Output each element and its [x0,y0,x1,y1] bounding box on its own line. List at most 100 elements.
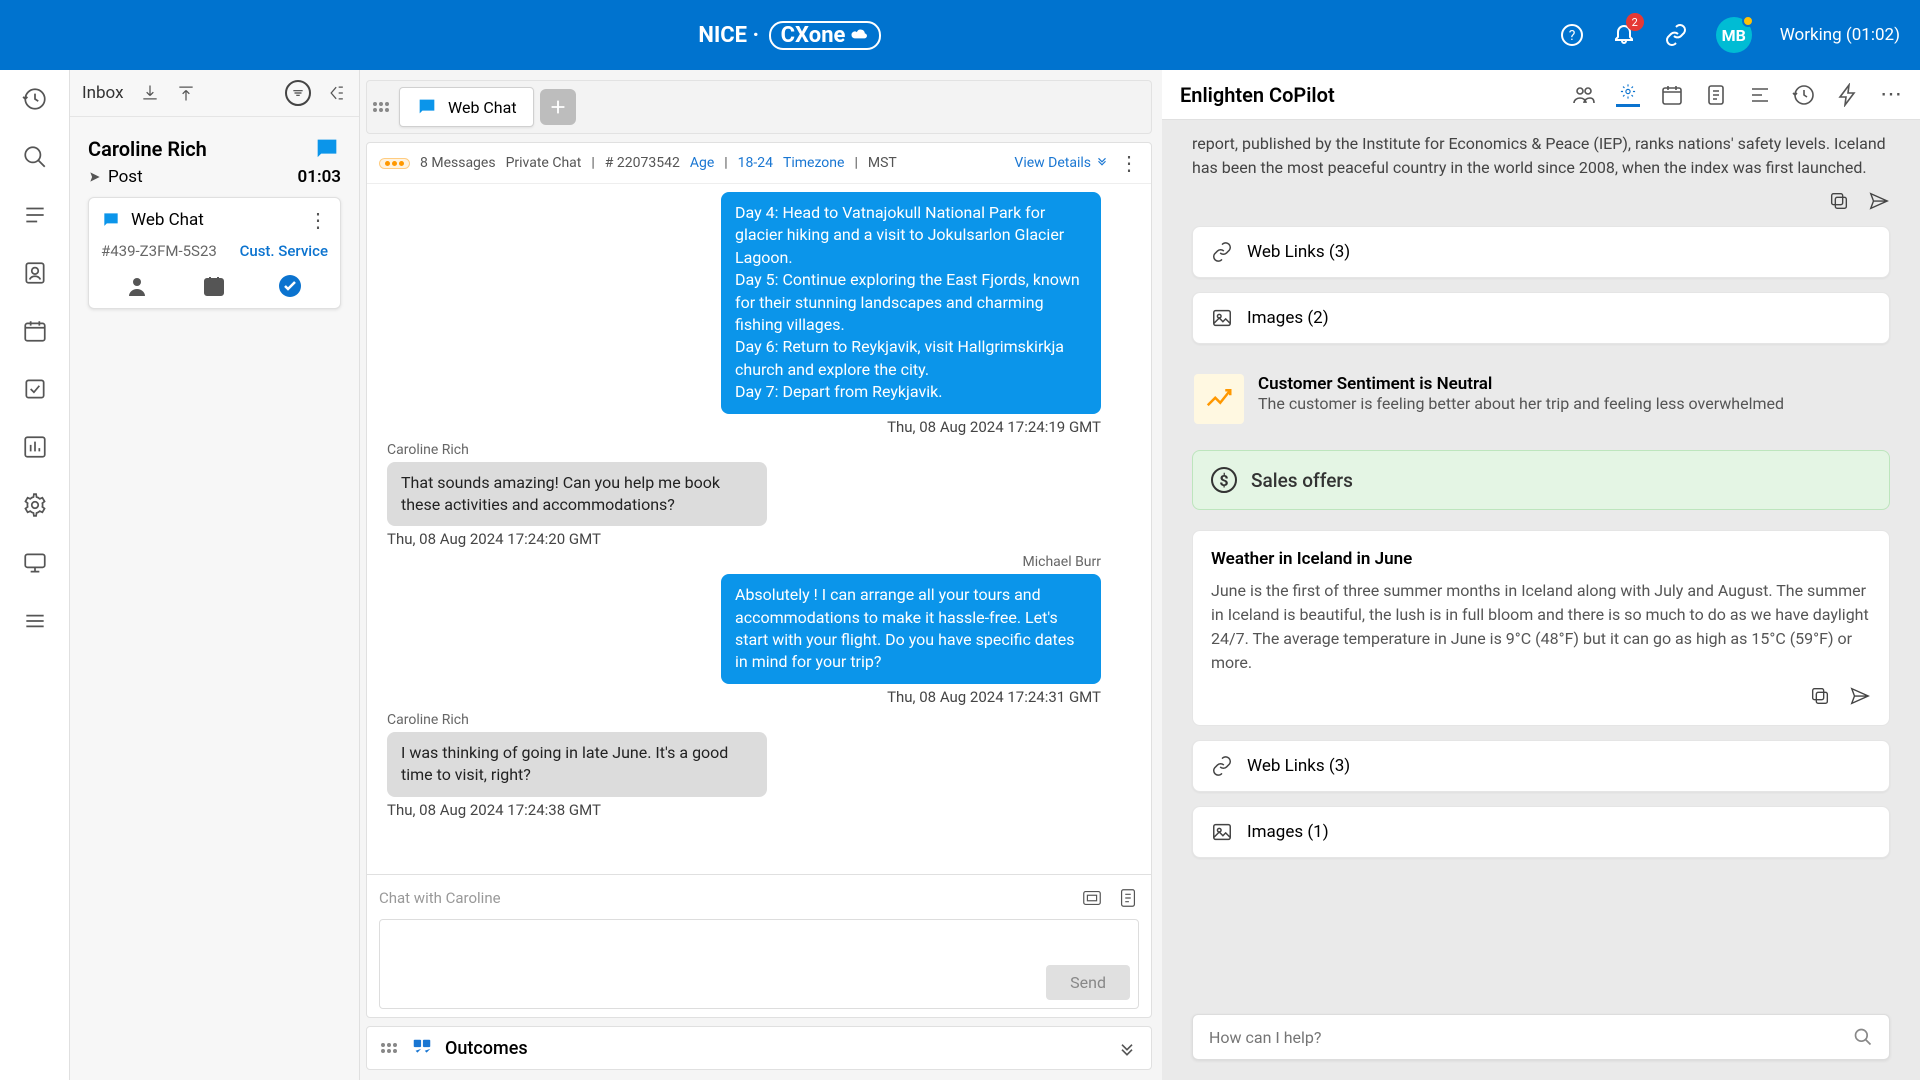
people-icon[interactable] [1572,83,1596,107]
contact-timer: 01:03 [298,167,341,187]
link-icon [1211,241,1233,263]
copilot-body[interactable]: report, published by the Institute for E… [1162,120,1920,1000]
reports-icon[interactable] [22,434,48,460]
history-icon[interactable] [22,86,48,112]
view-details-link[interactable]: View Details [1014,155,1109,171]
chat-id: # 22073542 [605,155,680,171]
weather-title: Weather in Iceland in June [1211,549,1871,569]
contacts-icon[interactable] [22,260,48,286]
inbox-panel: Inbox Caroline Rich Post 01:03 [70,70,360,1080]
schedule-icon[interactable] [202,274,226,298]
customer-message: That sounds amazing! Can you help me boo… [387,462,767,527]
chat-menu-icon[interactable]: ⋮ [1119,151,1139,175]
image-icon [1211,821,1233,843]
image-icon [1211,307,1233,329]
link-icon[interactable] [1664,23,1688,47]
history-icon[interactable] [1792,83,1816,107]
images-pill[interactable]: Images (1) [1192,806,1890,858]
chat-text-input[interactable]: Send [379,919,1139,1009]
canned-response-icon[interactable] [1081,887,1103,909]
tasks-icon[interactable] [22,376,48,402]
accept-icon[interactable] [278,274,302,298]
chat-transcript[interactable]: Day 4: Head to Vatnajokull National Park… [367,184,1151,874]
document-icon[interactable] [1704,83,1728,107]
weblinks-pill[interactable]: Web Links (3) [1192,740,1890,792]
calendar-icon[interactable] [22,318,48,344]
upload-icon[interactable] [176,83,196,103]
contact-name: Caroline Rich [88,137,207,161]
outcomes-bar[interactable]: Outcomes [366,1026,1152,1070]
add-user-icon[interactable] [127,274,151,298]
chat-meta-bar: 8 Messages Private Chat | # 22073542 Age… [367,143,1151,184]
interaction-card[interactable]: Web Chat ⋮ #439-Z3FM-5S23 Cust. Service [88,197,341,309]
send-icon[interactable] [1849,685,1871,707]
copilot-menu-icon[interactable]: ⋯ [1880,82,1902,107]
queue-icon[interactable] [22,202,48,228]
tabs-bar: Web Chat [366,80,1152,134]
msg-timestamp: Thu, 08 Aug 2024 17:24:19 GMT [887,418,1101,436]
copilot-title: Enlighten CoPilot [1180,83,1552,107]
customer-message: I was thinking of going in late June. It… [387,732,767,797]
age-label: Age [690,155,714,171]
inbox-title: Inbox [82,83,124,103]
chat-type: Private Chat [506,155,582,171]
agent-message: Absolutely ! I can arrange all your tour… [721,574,1101,684]
ai-icon[interactable] [1616,83,1640,107]
notification-count: 2 [1626,13,1644,31]
svg-text:?: ? [1568,28,1575,44]
chevron-down-icon[interactable] [1117,1038,1137,1058]
copy-icon[interactable] [1809,685,1831,707]
tab-label: Web Chat [448,98,517,117]
copy-icon[interactable] [1828,190,1850,212]
send-icon[interactable] [1868,190,1890,212]
channel-label: Web Chat [131,210,204,230]
chat-icon [313,135,341,163]
agent-message: Day 4: Head to Vatnajokull National Park… [721,192,1101,414]
collapse-icon[interactable] [327,83,347,103]
sales-offers-card[interactable]: $ Sales offers [1192,450,1890,510]
images-pill[interactable]: Images (2) [1192,292,1890,344]
logo-text-pill: CXone [769,21,882,50]
copilot-input[interactable] [1192,1014,1890,1060]
priority-icon [379,158,410,169]
outcomes-label: Outcomes [445,1038,528,1059]
weblinks-pill[interactable]: Web Links (3) [1192,226,1890,278]
search-icon[interactable] [22,144,48,170]
list-icon[interactable] [1748,83,1772,107]
chat-container: 8 Messages Private Chat | # 22073542 Age… [366,142,1152,1018]
notifications-button[interactable]: 2 [1612,21,1636,49]
age-value: 18-24 [738,155,773,171]
send-button[interactable]: Send [1046,965,1130,1000]
app-header: NICE · CXone ? 2 MB Working (01:02) [0,0,1920,70]
card-menu-icon[interactable]: ⋮ [308,208,328,232]
contact-card[interactable]: Caroline Rich Post 01:03 Web Chat ⋮ [80,127,349,309]
tz-label: Timezone [783,155,844,171]
copilot-panel: Enlighten CoPilot ⋯ report, published by… [1162,70,1920,1080]
search-icon[interactable] [1853,1027,1873,1047]
sentiment-icon [1204,384,1234,414]
note-icon[interactable] [1117,887,1139,909]
post-label: Post [108,167,143,187]
message-count: 8 Messages [420,155,496,171]
drag-handle-icon[interactable] [381,1043,399,1053]
bolt-icon[interactable] [1836,83,1860,107]
menu-icon[interactable] [22,608,48,634]
agent-status[interactable]: Working (01:02) [1780,25,1900,45]
help-icon[interactable]: ? [1560,23,1584,47]
monitor-icon[interactable] [22,550,48,576]
input-placeholder-label: Chat with Caroline [379,889,501,907]
sender-label: Michael Burr [1022,554,1101,570]
user-avatar[interactable]: MB [1716,17,1752,53]
tab-webchat[interactable]: Web Chat [399,87,534,127]
knowledge-snippet: report, published by the Institute for E… [1192,132,1890,180]
dollar-icon: $ [1211,467,1237,493]
settings-icon[interactable] [22,492,48,518]
nav-rail [0,70,70,1080]
copilot-text-input[interactable] [1209,1028,1853,1047]
calendar-icon[interactable] [1660,83,1684,107]
filter-icon[interactable] [285,80,311,106]
logo-text-left: NICE [698,23,747,48]
download-icon[interactable] [140,83,160,103]
add-tab-button[interactable] [540,89,576,125]
drag-handle-icon[interactable] [373,102,393,112]
